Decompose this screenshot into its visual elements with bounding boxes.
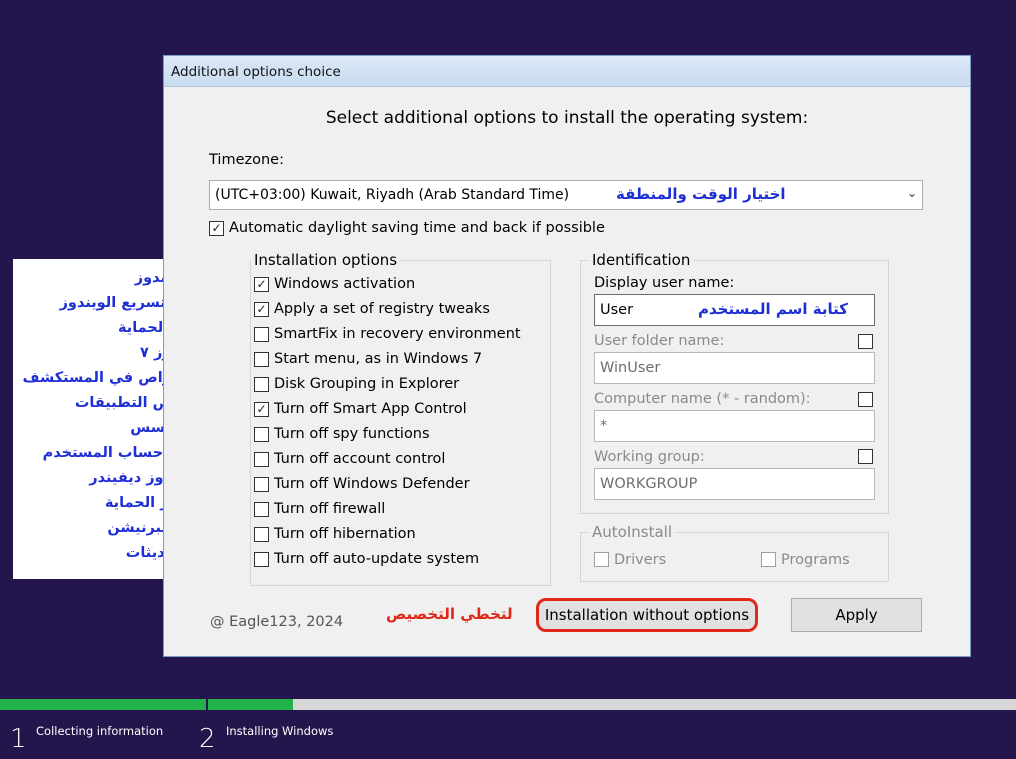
folder-label: User folder name: (594, 333, 725, 349)
daylight-checkbox[interactable]: ✓ (209, 221, 224, 236)
timezone-label: Timezone: (209, 152, 284, 168)
option-label: Turn off auto-update system (274, 551, 480, 567)
working-group-checkbox[interactable] (858, 449, 873, 464)
option-label: SmartFix in recovery environment (274, 326, 521, 342)
folder-value: WinUser (600, 360, 661, 376)
timezone-select[interactable]: (UTC+03:00) Kuwait, Riyadh (Arab Standar… (209, 180, 923, 210)
computer-name-input[interactable]: * (594, 410, 875, 442)
progress-segment-2 (208, 699, 293, 710)
working-group-value: WORKGROUP (600, 476, 698, 492)
option-checkbox[interactable]: ✓ (254, 402, 269, 417)
copyright-text: @ Eagle123, 2024 (210, 614, 344, 630)
working-group-input[interactable]: WORKGROUP (594, 468, 875, 500)
option-checkbox[interactable] (254, 377, 269, 392)
computer-name-checkbox[interactable] (858, 392, 873, 407)
option-checkbox[interactable] (254, 502, 269, 517)
autoinstall-title: AutoInstall (589, 523, 675, 541)
timezone-value: (UTC+03:00) Kuwait, Riyadh (Arab Standar… (215, 187, 570, 203)
display-name-label: Display user name: (594, 275, 735, 291)
option-label: Start menu, as in Windows 7 (274, 351, 483, 367)
option-label: Turn off Windows Defender (274, 476, 470, 492)
daylight-label: Automatic daylight saving time and back … (229, 220, 605, 236)
programs-checkbox[interactable] (761, 552, 776, 567)
step-number: 1 (10, 724, 27, 754)
working-group-label: Working group: (594, 449, 705, 465)
programs-label: Programs (781, 552, 850, 568)
option-checkbox[interactable] (254, 427, 269, 442)
option-checkbox[interactable]: ✓ (254, 302, 269, 317)
computer-name-value: * (600, 418, 608, 434)
step-label: Installing Windows (226, 724, 334, 738)
folder-input[interactable]: WinUser (594, 352, 875, 384)
dialog-heading: Select additional options to install the… (325, 108, 809, 128)
apply-button[interactable]: Apply (791, 598, 922, 632)
title-bar[interactable]: Additional options choice (164, 56, 970, 87)
timezone-annotation: اختيار الوقت والمنطقة (616, 185, 786, 203)
option-checkbox[interactable] (254, 527, 269, 542)
display-name-value: User (600, 302, 634, 318)
option-checkbox[interactable] (254, 552, 269, 567)
folder-checkbox[interactable] (858, 334, 873, 349)
username-annotation: كتابة اسم المستخدم (698, 300, 848, 318)
setup-progress-bar (0, 699, 1016, 710)
option-label: Turn off spy functions (274, 426, 430, 442)
option-label: Turn off Smart App Control (274, 401, 467, 417)
dialog-title: Additional options choice (171, 64, 341, 80)
option-checkbox[interactable] (254, 477, 269, 492)
options-dialog: Additional options choice Select additio… (163, 55, 971, 657)
option-checkbox[interactable]: ✓ (254, 277, 269, 292)
step-number: 2 (199, 724, 216, 754)
chevron-down-icon: ⌄ (906, 186, 917, 200)
option-label: Disk Grouping in Explorer (274, 376, 460, 392)
option-label: Turn off hibernation (274, 526, 416, 542)
drivers-label: Drivers (614, 552, 667, 568)
option-label: Turn off firewall (274, 501, 386, 517)
option-label: Apply a set of registry tweaks (274, 301, 490, 317)
identification-title: Identification (589, 251, 694, 269)
install-without-options-button[interactable]: Installation without options (536, 598, 758, 632)
progress-segment-1 (0, 699, 206, 710)
option-label: Turn off account control (274, 451, 446, 467)
computer-name-label: Computer name (* - random): (594, 391, 811, 407)
installation-options-title: Installation options (251, 251, 401, 269)
option-checkbox[interactable] (254, 352, 269, 367)
option-checkbox[interactable] (254, 452, 269, 467)
step-label: Collecting information (36, 724, 164, 738)
skip-annotation: لتخطي التخصيص (386, 605, 513, 623)
option-label: Windows activation (274, 276, 416, 292)
option-checkbox[interactable] (254, 327, 269, 342)
drivers-checkbox[interactable] (594, 552, 609, 567)
